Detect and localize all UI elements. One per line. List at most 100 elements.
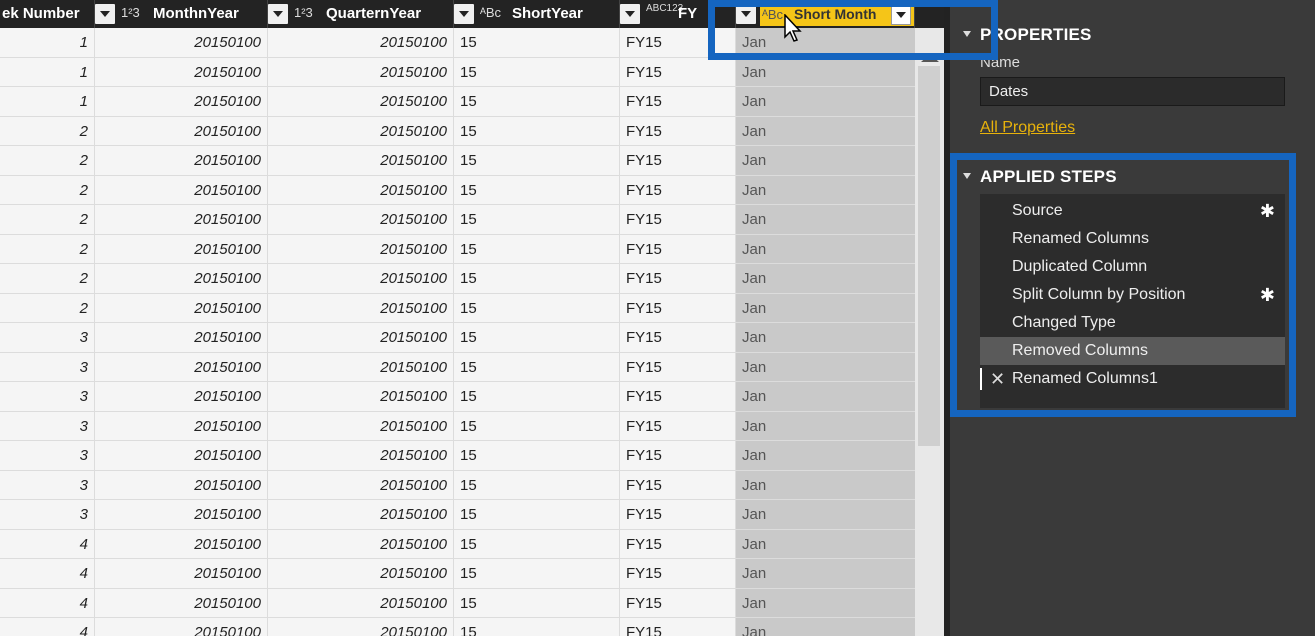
chevron-down-icon[interactable]	[268, 4, 288, 24]
cell-monthn[interactable]: 20150100	[95, 146, 268, 176]
cell-month[interactable]: Jan	[736, 175, 915, 205]
cell-week[interactable]: 1	[0, 57, 95, 87]
cell-week[interactable]: 2	[0, 234, 95, 264]
cell-monthn[interactable]: 20150100	[95, 352, 268, 382]
cell-shortyear[interactable]: 15	[454, 87, 620, 117]
cell-fy[interactable]: FY15	[620, 411, 736, 441]
cell-month[interactable]: Jan	[736, 116, 915, 146]
cell-month[interactable]: Jan	[736, 441, 915, 471]
cell-shortyear[interactable]: 15	[454, 529, 620, 559]
cell-fy[interactable]: FY15	[620, 264, 736, 294]
cell-month[interactable]: Jan	[736, 618, 915, 636]
cell-quartern[interactable]: 20150100	[268, 264, 454, 294]
column-header-week-number[interactable]: ek Number	[0, 0, 95, 28]
cell-monthn[interactable]: 20150100	[95, 28, 268, 58]
cell-shortyear[interactable]: 15	[454, 352, 620, 382]
cell-quartern[interactable]: 20150100	[268, 205, 454, 235]
column-header-shortyear[interactable]: ᴬBc ShortYear	[454, 0, 620, 28]
cell-quartern[interactable]: 20150100	[268, 175, 454, 205]
cell-month[interactable]: Jan	[736, 87, 915, 117]
any-type-icon[interactable]: ABC123	[646, 3, 683, 14]
cell-week[interactable]: 2	[0, 116, 95, 146]
cell-shortyear[interactable]: 15	[454, 470, 620, 500]
cell-shortyear[interactable]: 15	[454, 323, 620, 353]
cell-shortyear[interactable]: 15	[454, 382, 620, 412]
cell-shortyear[interactable]: 15	[454, 175, 620, 205]
cell-shortyear[interactable]: 15	[454, 441, 620, 471]
cell-month[interactable]: Jan	[736, 559, 915, 589]
cell-monthn[interactable]: 20150100	[95, 441, 268, 471]
cell-monthn[interactable]: 20150100	[95, 500, 268, 530]
cell-quartern[interactable]: 20150100	[268, 588, 454, 618]
cell-fy[interactable]: FY15	[620, 559, 736, 589]
cell-monthn[interactable]: 20150100	[95, 382, 268, 412]
cell-quartern[interactable]: 20150100	[268, 234, 454, 264]
cell-week[interactable]: 3	[0, 382, 95, 412]
cell-fy[interactable]: FY15	[620, 234, 736, 264]
cell-monthn[interactable]: 20150100	[95, 175, 268, 205]
cell-fy[interactable]: FY15	[620, 529, 736, 559]
cell-shortyear[interactable]: 15	[454, 588, 620, 618]
cell-fy[interactable]: FY15	[620, 352, 736, 382]
cell-month[interactable]: Jan	[736, 146, 915, 176]
cell-week[interactable]: 3	[0, 352, 95, 382]
cell-quartern[interactable]: 20150100	[268, 116, 454, 146]
cell-monthn[interactable]: 20150100	[95, 116, 268, 146]
cell-fy[interactable]: FY15	[620, 116, 736, 146]
cell-monthn[interactable]: 20150100	[95, 618, 268, 636]
cell-week[interactable]: 4	[0, 559, 95, 589]
cell-monthn[interactable]: 20150100	[95, 293, 268, 323]
cell-fy[interactable]: FY15	[620, 441, 736, 471]
cell-monthn[interactable]: 20150100	[95, 323, 268, 353]
text-type-icon[interactable]: ᴬBc	[480, 3, 501, 23]
cell-quartern[interactable]: 20150100	[268, 382, 454, 412]
cell-monthn[interactable]: 20150100	[95, 264, 268, 294]
cell-shortyear[interactable]: 15	[454, 559, 620, 589]
cell-week[interactable]: 4	[0, 618, 95, 636]
cell-fy[interactable]: FY15	[620, 57, 736, 87]
cell-week[interactable]: 3	[0, 411, 95, 441]
cell-fy[interactable]: FY15	[620, 382, 736, 412]
cell-shortyear[interactable]: 15	[454, 57, 620, 87]
cell-monthn[interactable]: 20150100	[95, 588, 268, 618]
cell-monthn[interactable]: 20150100	[95, 470, 268, 500]
cell-fy[interactable]: FY15	[620, 588, 736, 618]
cell-month[interactable]: Jan	[736, 264, 915, 294]
cell-quartern[interactable]: 20150100	[268, 87, 454, 117]
column-header-monthnyear[interactable]: 1²3 MonthnYear	[95, 0, 268, 28]
chevron-down-icon[interactable]	[454, 4, 474, 24]
cell-monthn[interactable]: 20150100	[95, 529, 268, 559]
cell-fy[interactable]: FY15	[620, 323, 736, 353]
number-type-icon[interactable]: 1²3	[294, 3, 313, 23]
chevron-down-icon[interactable]	[620, 4, 640, 24]
cell-week[interactable]: 4	[0, 588, 95, 618]
cell-fy[interactable]: FY15	[620, 146, 736, 176]
cell-fy[interactable]: FY15	[620, 618, 736, 636]
cell-month[interactable]: Jan	[736, 529, 915, 559]
cell-week[interactable]: 1	[0, 87, 95, 117]
cell-quartern[interactable]: 20150100	[268, 618, 454, 636]
cell-monthn[interactable]: 20150100	[95, 559, 268, 589]
cell-quartern[interactable]: 20150100	[268, 441, 454, 471]
cell-shortyear[interactable]: 15	[454, 28, 620, 58]
cell-monthn[interactable]: 20150100	[95, 411, 268, 441]
cell-shortyear[interactable]: 15	[454, 205, 620, 235]
cell-monthn[interactable]: 20150100	[95, 205, 268, 235]
cell-week[interactable]: 2	[0, 175, 95, 205]
cell-week[interactable]: 4	[0, 529, 95, 559]
cell-quartern[interactable]: 20150100	[268, 529, 454, 559]
cell-month[interactable]: Jan	[736, 411, 915, 441]
cell-quartern[interactable]: 20150100	[268, 293, 454, 323]
cell-fy[interactable]: FY15	[620, 293, 736, 323]
cell-month[interactable]: Jan	[736, 234, 915, 264]
cell-fy[interactable]: FY15	[620, 175, 736, 205]
column-header-quarternyear[interactable]: 1²3 QuarternYear	[268, 0, 454, 28]
cell-month[interactable]: Jan	[736, 470, 915, 500]
cell-week[interactable]: 2	[0, 293, 95, 323]
cell-month[interactable]: Jan	[736, 588, 915, 618]
cell-fy[interactable]: FY15	[620, 470, 736, 500]
cell-month[interactable]: Jan	[736, 205, 915, 235]
cell-shortyear[interactable]: 15	[454, 264, 620, 294]
cell-monthn[interactable]: 20150100	[95, 87, 268, 117]
cell-shortyear[interactable]: 15	[454, 293, 620, 323]
